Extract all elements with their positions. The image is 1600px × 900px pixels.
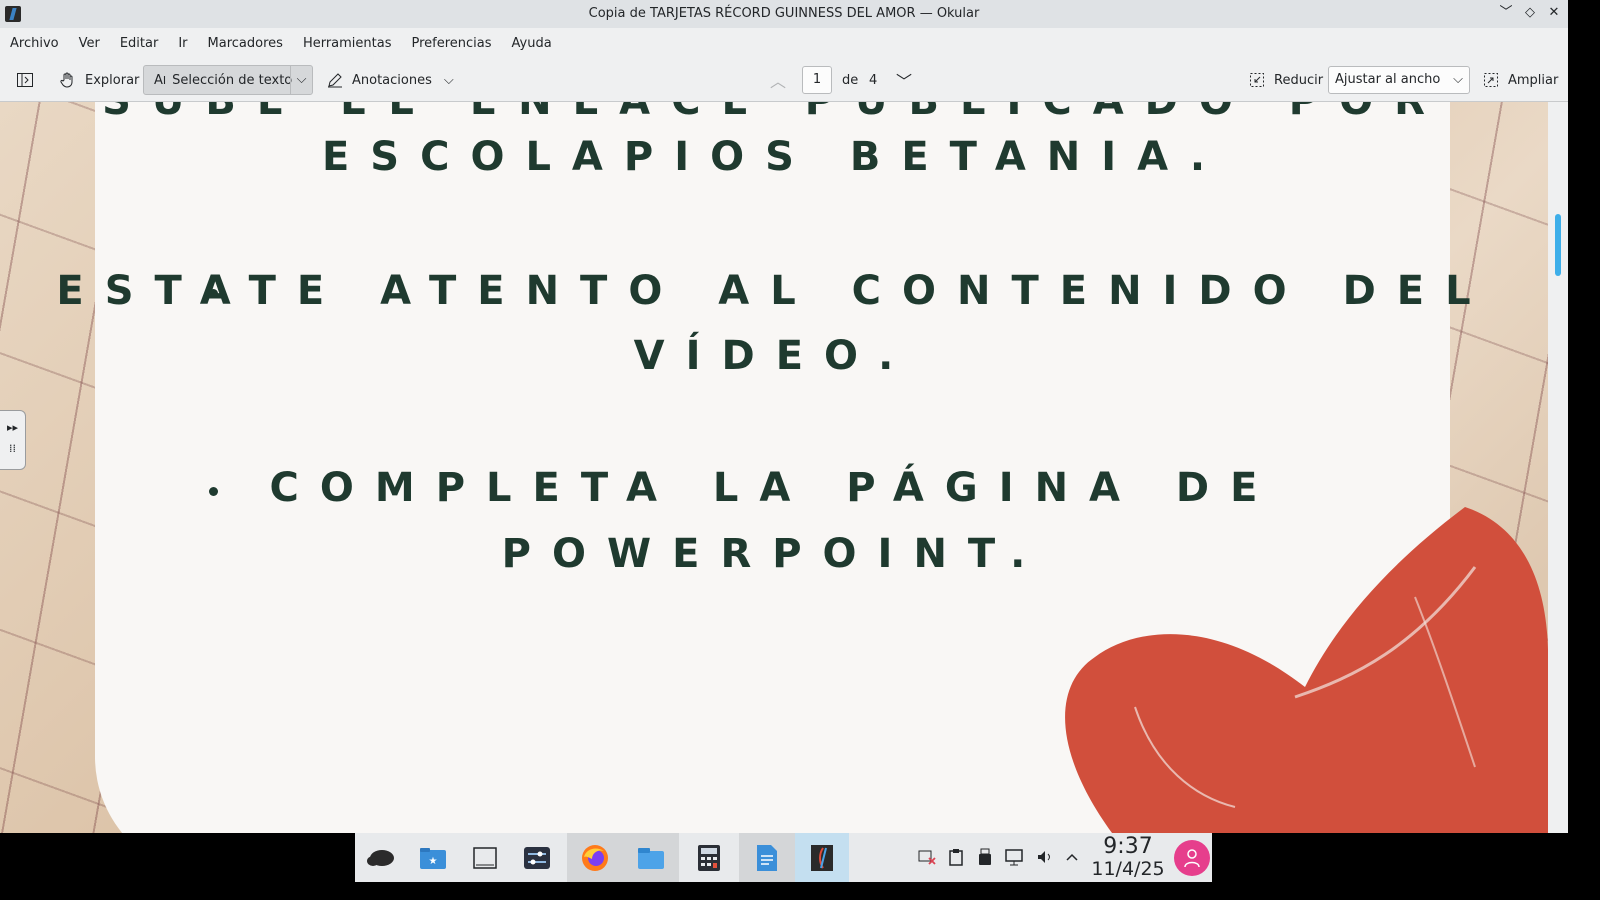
zoom-mode-value: Ajustar al ancho <box>1335 72 1441 87</box>
annotations-button[interactable]: Anotaciones ⌵ <box>320 65 460 95</box>
text-editor-icon[interactable] <box>739 833 795 882</box>
doc-line-escolapios: ESCOLAPIOS BETANIA. <box>321 134 1227 180</box>
doc-line-partial: SUBE EL ENLACE PUBLICADO POR <box>0 102 1548 124</box>
scrollbar-thumb[interactable] <box>1555 214 1561 276</box>
page-number-input[interactable]: 1 <box>802 66 832 94</box>
menu-herramientas[interactable]: Herramientas <box>303 36 402 51</box>
clipboard-icon[interactable] <box>948 848 964 870</box>
user-avatar-icon[interactable] <box>1174 840 1210 876</box>
chevron-up-icon: ︿ <box>770 72 787 91</box>
zoom-in-button[interactable]: Ampliar <box>1476 65 1564 95</box>
pen-icon <box>328 73 342 88</box>
zoom-out-label: Reducir <box>1274 72 1324 88</box>
annotations-label: Anotaciones <box>352 72 432 88</box>
menu-marcadores[interactable]: Marcadores <box>208 36 293 51</box>
maximize-icon[interactable]: ◇ <box>1522 4 1538 22</box>
menu-ver[interactable]: Ver <box>79 36 110 51</box>
vertical-scrollbar[interactable] <box>1548 102 1568 833</box>
plasma-launcher-icon[interactable] <box>355 833 407 882</box>
zoom-mode-select[interactable]: Ajustar al ancho ⌵ <box>1328 66 1470 94</box>
svg-text:★: ★ <box>429 856 438 867</box>
grip-icon: ⁞⁞ <box>9 442 16 455</box>
menu-ir[interactable]: Ir <box>178 36 197 51</box>
window-titlebar: Copia de TARJETAS RÉCORD GUINNESS DEL AM… <box>0 0 1568 28</box>
chevron-down-icon[interactable]: ⌵ <box>290 66 312 94</box>
minimize-icon[interactable]: ﹀ <box>1498 4 1514 22</box>
text-selection-label: Selección de texto <box>172 72 293 88</box>
clock-date: 11/4/25 <box>1091 858 1165 880</box>
browse-tool-button[interactable]: Explorar <box>53 65 145 95</box>
firefox-icon[interactable] <box>567 833 623 882</box>
window-title: Copia de TARJETAS RÉCORD GUINNESS DEL AM… <box>588 6 980 21</box>
menu-ayuda[interactable]: Ayuda <box>512 36 562 51</box>
clock[interactable]: 9:37 11/4/25 <box>1088 834 1168 881</box>
chevron-down-icon[interactable]: ⌵ <box>444 73 454 88</box>
display-icon[interactable] <box>1005 848 1025 870</box>
menu-editar[interactable]: Editar <box>120 36 169 51</box>
volume-icon[interactable] <box>1036 848 1054 870</box>
previous-page-button[interactable]: ︿ <box>770 65 786 95</box>
doc-bullet2-line1: COMPLETA LA PÁGINA DE <box>269 465 1279 511</box>
page-total: 4 <box>869 72 878 88</box>
zoom-in-label: Ampliar <box>1508 72 1559 88</box>
doc-bullet2-line2: POWERPOINT. <box>501 531 1047 577</box>
menu-bar: Archivo Ver Editar Ir Marcadores Herrami… <box>0 28 1568 58</box>
text-selection-tool-button[interactable]: AI Selección de texto ⌵ <box>143 65 313 95</box>
zoom-in-icon <box>1484 73 1498 87</box>
expand-icon: ▸▸ <box>6 421 19 434</box>
taskbar: ★ <box>355 833 1212 882</box>
menu-preferencias[interactable]: Preferencias <box>412 36 502 51</box>
calculator-icon[interactable] <box>681 833 737 882</box>
browse-tool-label: Explorar <box>85 72 140 88</box>
document-viewer[interactable]: SUBE EL ENLACE PUBLICADO POR ESCOLAPIOS … <box>0 102 1548 833</box>
chevron-down-icon: ﹀ <box>896 72 913 91</box>
zoom-out-button[interactable]: Reducir <box>1242 65 1329 95</box>
text-cursor-icon: AI <box>154 72 167 88</box>
folder-icon[interactable] <box>623 833 679 882</box>
clock-time: 9:37 <box>1103 834 1153 859</box>
terminal-icon[interactable] <box>459 833 511 882</box>
hand-icon <box>60 72 73 88</box>
usb-drive-icon[interactable] <box>978 848 992 870</box>
sidebar-toggle-button[interactable] <box>10 65 40 95</box>
system-settings-icon[interactable] <box>511 833 563 882</box>
page-of-label: de <box>842 72 859 88</box>
menu-archivo[interactable]: Archivo <box>10 36 69 51</box>
file-manager-icon[interactable]: ★ <box>407 833 459 882</box>
close-icon[interactable]: ✕ <box>1546 4 1562 22</box>
sidebar-toggle-icon <box>17 73 33 87</box>
chevron-down-icon: ⌵ <box>1453 72 1463 87</box>
expand-tray-icon[interactable] <box>1064 848 1080 870</box>
zoom-out-icon <box>1250 73 1264 87</box>
doc-bullet1-line2: VÍDEO. <box>633 333 915 379</box>
doc-bullet1-line1: ESTATE ATENTO AL CONTENIDO DEL <box>56 268 1492 314</box>
network-disconnected-icon[interactable] <box>918 848 936 870</box>
okular-taskbar-icon[interactable] <box>795 833 849 882</box>
next-page-button[interactable]: ﹀ <box>896 65 912 95</box>
sidebar-expand-handle[interactable]: ▸▸ ⁞⁞ <box>0 410 26 470</box>
main-toolbar: Explorar AI Selección de texto ⌵ Anotaci… <box>0 58 1568 102</box>
